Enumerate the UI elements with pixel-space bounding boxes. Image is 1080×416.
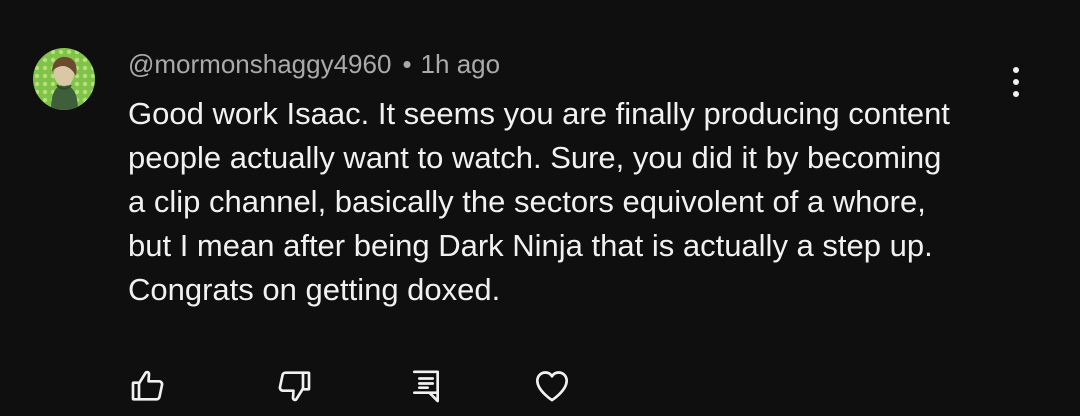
author-name[interactable]: @mormonshaggy4960 (128, 49, 391, 79)
menu-dot (1013, 67, 1019, 73)
dislike-button[interactable] (270, 362, 318, 410)
avatar[interactable] (33, 48, 95, 110)
comment-text-line: people actually want to watch. Sure, you… (128, 140, 942, 175)
thumb-down-icon (278, 371, 311, 402)
comment-text-line: Good work Isaac. It seems you are finall… (128, 96, 950, 131)
heart-button[interactable] (528, 362, 576, 410)
reply-comment-icon (413, 370, 439, 403)
heart-icon (536, 371, 568, 402)
comment-text: Good work Isaac. It seems you are finall… (128, 92, 1028, 312)
like-button[interactable] (124, 362, 172, 410)
comment-text-line: a clip channel, basically the sectors eq… (128, 184, 926, 219)
timestamp[interactable]: 1h ago (421, 49, 501, 79)
comment-actions (0, 362, 1080, 410)
comment-text-line: Congrats on getting doxed. (128, 272, 501, 307)
menu-dot (1013, 79, 1019, 85)
meta-separator: • (402, 49, 412, 79)
comment-meta: @mormonshaggy4960 • 1h ago (128, 47, 500, 81)
thumb-up-icon (131, 370, 164, 401)
reply-button[interactable] (402, 362, 450, 410)
comment-text-line: but I mean after being Dark Ninja that i… (128, 228, 933, 263)
